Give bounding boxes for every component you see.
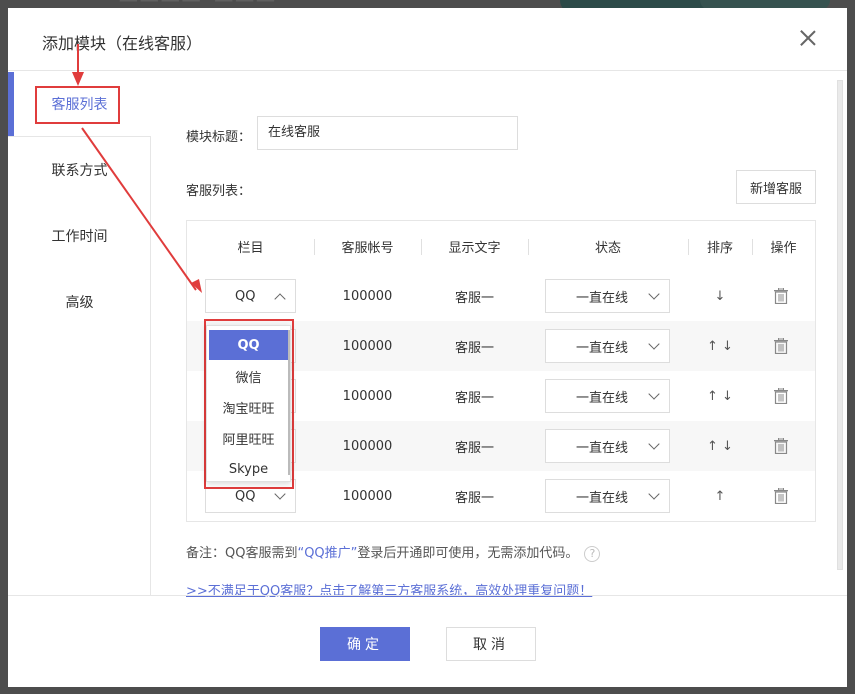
chevron-down-icon	[648, 388, 660, 400]
status-select-value: 一直在线	[576, 340, 629, 356]
help-icon[interactable]: ?	[584, 545, 601, 562]
add-service-button[interactable]: 新增客服	[736, 170, 816, 204]
col-header-type: 栏目	[237, 240, 264, 256]
add-module-dialog: 添加模块（在线客服） 客服列表 联系方式 工作时间 高级 模块标题： 在线客服 …	[8, 8, 847, 687]
confirm-button[interactable]: 确定	[320, 627, 410, 661]
col-header-actions: 操作	[770, 240, 797, 256]
dialog-footer: 确定 取消	[8, 595, 847, 687]
chevron-down-icon	[648, 338, 660, 350]
text-cell: 客服一	[454, 440, 494, 456]
table-row: QQ 100000 客服一 一直在线 ↓	[187, 271, 815, 321]
text-cell: 客服一	[454, 340, 494, 356]
content-scrollbar[interactable]	[837, 80, 843, 570]
text-cell: 客服一	[454, 290, 494, 306]
account-cell: 100000	[342, 438, 393, 454]
chevron-down-icon	[648, 488, 660, 500]
sidebar-item-label: 高级	[65, 295, 94, 311]
type-select[interactable]: QQ	[205, 279, 296, 313]
trash-icon[interactable]	[774, 438, 788, 454]
note-suffix: 登录后开通即可使用，无需添加代码。	[357, 546, 579, 561]
status-select[interactable]: 一直在线	[545, 379, 670, 413]
content-scrollbar-thumb[interactable]	[837, 80, 843, 570]
col-header-text: 显示文字	[448, 240, 501, 256]
type-select-value: QQ	[235, 288, 256, 304]
sidebar-active-indicator	[8, 72, 14, 136]
trash-icon[interactable]	[774, 288, 788, 304]
trash-icon[interactable]	[774, 488, 788, 504]
sidebar: 客服列表 联系方式 工作时间 高级	[8, 72, 151, 595]
chevron-down-icon	[648, 288, 660, 300]
account-cell: 100000	[342, 288, 393, 304]
sidebar-item-contact[interactable]: 联系方式	[8, 138, 151, 202]
sort-arrows[interactable]: ↑ ↓	[688, 421, 752, 471]
note-prefix: 备注：QQ客服需到	[186, 546, 298, 561]
account-cell: 100000	[342, 338, 393, 354]
trash-icon[interactable]	[774, 338, 788, 354]
col-header-account: 客服帐号	[341, 240, 394, 256]
text-cell: 客服一	[454, 390, 494, 406]
dropdown-option-taobao-wangwang[interactable]: 淘宝旺旺	[209, 392, 288, 422]
sort-arrows[interactable]: ↑ ↓	[688, 321, 752, 371]
col-header-sort: 排序	[706, 240, 733, 256]
status-select[interactable]: 一直在线	[545, 429, 670, 463]
text-cell: 客服一	[454, 490, 494, 506]
trash-icon[interactable]	[774, 388, 788, 404]
chevron-up-icon	[274, 293, 286, 305]
sort-arrows[interactable]: ↓	[688, 271, 752, 321]
status-select-value: 一直在线	[576, 490, 629, 506]
sort-arrows[interactable]: ↑ ↓	[688, 371, 752, 421]
dialog-header: 添加模块（在线客服）	[8, 8, 847, 71]
title-label: 模块标题：	[186, 130, 252, 145]
status-select[interactable]: 一直在线	[545, 479, 670, 513]
account-cell: 100000	[342, 388, 393, 404]
cancel-button[interactable]: 取消	[446, 627, 536, 661]
status-select-value: 一直在线	[576, 290, 629, 306]
module-title-input[interactable]: 在线客服	[257, 116, 518, 150]
main-content: 模块标题： 在线客服 客服列表： 新增客服 栏目 客服帐号 显示文字 状态 排序…	[151, 72, 847, 599]
account-cell: 100000	[342, 488, 393, 504]
sort-arrows[interactable]: ↑	[688, 471, 752, 521]
type-dropdown-menu: QQ 微信 淘宝旺旺 阿里旺旺 Skype	[206, 325, 291, 482]
sidebar-item-label: 工作时间	[51, 229, 108, 245]
dropdown-scrollbar[interactable]	[288, 330, 290, 475]
dropdown-option-wechat[interactable]: 微信	[209, 361, 288, 391]
annotation-highlight-box	[35, 86, 120, 124]
dropdown-option-qq[interactable]: QQ	[209, 330, 288, 360]
service-list-label: 客服列表：	[186, 184, 252, 199]
note-highlight: “QQ推广”	[297, 546, 358, 561]
note-text: 备注：QQ客服需到“QQ推广”登录后开通即可使用，无需添加代码。?	[186, 542, 601, 562]
status-select-value: 一直在线	[576, 440, 629, 456]
dialog-title: 添加模块（在线客服）	[42, 34, 203, 53]
status-select[interactable]: 一直在线	[545, 329, 670, 363]
status-select-value: 一直在线	[576, 390, 629, 406]
chevron-down-icon	[648, 438, 660, 450]
sidebar-divider	[8, 136, 151, 137]
chevron-down-icon	[274, 488, 286, 500]
type-select-value: QQ	[235, 488, 256, 504]
sidebar-item-work-hours[interactable]: 工作时间	[8, 204, 151, 268]
dropdown-option-skype[interactable]: Skype	[209, 454, 288, 484]
sidebar-item-label: 联系方式	[51, 163, 108, 179]
status-select[interactable]: 一直在线	[545, 279, 670, 313]
dropdown-option-ali-wangwang[interactable]: 阿里旺旺	[209, 423, 288, 453]
close-icon[interactable]	[798, 28, 818, 48]
col-header-status: 状态	[594, 240, 621, 256]
sidebar-item-advanced[interactable]: 高级	[8, 270, 151, 334]
